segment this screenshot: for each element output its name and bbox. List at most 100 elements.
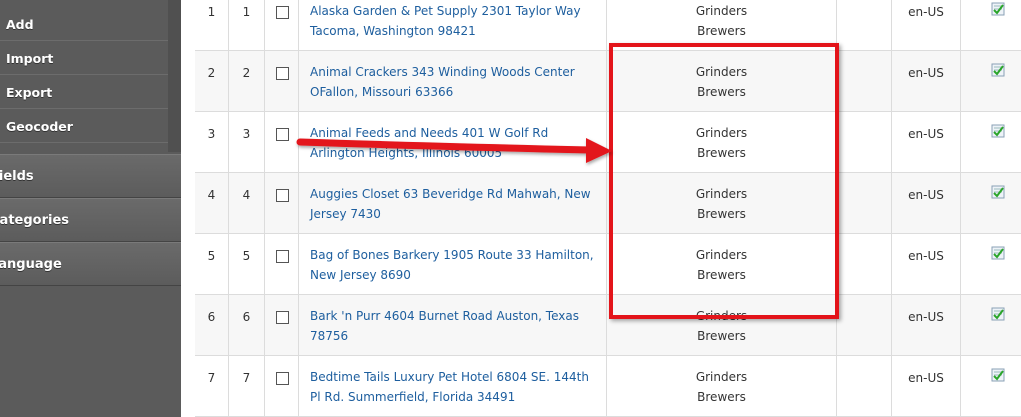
table-row: 2 2 Animal Crackers 343 Winding Woods Ce… <box>195 51 1021 112</box>
edit-icon[interactable] <box>991 246 1005 260</box>
category-label: Grinders <box>695 309 748 323</box>
sidebar-item-add[interactable]: Add <box>0 8 168 41</box>
row-checkbox-cell <box>265 51 299 111</box>
sidebar-item-label: Geocoder <box>6 119 73 134</box>
row-name-cell: Alaska Garden & Pet Supply 2301 Taylor W… <box>299 0 607 50</box>
edit-icon[interactable] <box>991 63 1005 77</box>
edit-icon[interactable] <box>991 124 1005 138</box>
row-name-cell: Animal Crackers 343 Winding Woods Center… <box>299 51 607 111</box>
row-language: en-US <box>892 112 961 172</box>
table-row: 5 5 Bag of Bones Barkery 1905 Route 33 H… <box>195 234 1021 295</box>
row-language: en-US <box>892 0 961 50</box>
row-checkbox[interactable] <box>276 6 289 19</box>
row-action-cell <box>961 295 1021 355</box>
category-label: Brewers <box>697 85 746 99</box>
category-label: Grinders <box>695 65 748 79</box>
row-order: 1 <box>229 0 265 50</box>
row-checkbox[interactable] <box>276 250 289 263</box>
category-label: Grinders <box>695 248 748 262</box>
location-name-link[interactable]: Bedtime Tails Luxury Pet Hotel 6804 SE. … <box>310 370 589 404</box>
row-checkbox[interactable] <box>276 67 289 80</box>
sidebar-submenu-gutter <box>168 0 181 152</box>
category-label: Grinders <box>695 4 748 18</box>
row-checkbox-cell <box>265 295 299 355</box>
location-name-link[interactable]: Bark 'n Purr 4604 Burnet Road Auston, Te… <box>310 309 579 343</box>
row-action-cell <box>961 173 1021 233</box>
row-order: 2 <box>229 51 265 111</box>
sidebar-item-categories[interactable]: Categories <box>0 198 181 242</box>
sidebar-item-label: Categories <box>0 213 70 228</box>
edit-icon[interactable] <box>991 307 1005 321</box>
table-row: 7 7 Bedtime Tails Luxury Pet Hotel 6804 … <box>195 356 1021 417</box>
row-categories: Grinders Brewers <box>607 112 837 172</box>
edit-icon[interactable] <box>991 2 1005 16</box>
row-action-cell <box>961 234 1021 294</box>
row-order: 5 <box>229 234 265 294</box>
category-label: Brewers <box>697 329 746 343</box>
location-name-link[interactable]: Bag of Bones Barkery 1905 Route 33 Hamil… <box>310 248 594 282</box>
sidebar-item-fields[interactable]: Fields <box>0 154 181 198</box>
row-id: 2 <box>195 51 229 111</box>
row-name-cell: Bag of Bones Barkery 1905 Route 33 Hamil… <box>299 234 607 294</box>
table-row: 1 1 Alaska Garden & Pet Supply 2301 Tayl… <box>195 0 1021 51</box>
sidebar-item-language[interactable]: Language <box>0 242 181 286</box>
row-checkbox[interactable] <box>276 128 289 141</box>
locations-table: 1 1 Alaska Garden & Pet Supply 2301 Tayl… <box>195 0 1021 417</box>
category-label: Grinders <box>695 370 748 384</box>
sidebar-item-geocoder[interactable]: Geocoder <box>0 110 168 143</box>
row-empty-cell <box>837 295 892 355</box>
row-categories: Grinders Brewers <box>607 0 837 50</box>
category-label: Brewers <box>697 390 746 404</box>
row-order: 6 <box>229 295 265 355</box>
table-row: 6 6 Bark 'n Purr 4604 Burnet Road Auston… <box>195 295 1021 356</box>
row-id: 5 <box>195 234 229 294</box>
row-action-cell <box>961 112 1021 172</box>
row-order: 7 <box>229 356 265 416</box>
row-name-cell: Animal Feeds and Needs 401 W Golf Rd Arl… <box>299 112 607 172</box>
row-id: 6 <box>195 295 229 355</box>
row-categories: Grinders Brewers <box>607 51 837 111</box>
row-empty-cell <box>837 0 892 50</box>
sidebar-item-label: Fields <box>0 169 34 184</box>
row-categories: Grinders Brewers <box>607 356 837 416</box>
row-checkbox-cell <box>265 173 299 233</box>
row-order: 3 <box>229 112 265 172</box>
row-empty-cell <box>837 234 892 294</box>
table-row: 3 3 Animal Feeds and Needs 401 W Golf Rd… <box>195 112 1021 173</box>
row-name-cell: Auggies Closet 63 Beveridge Rd Mahwah, N… <box>299 173 607 233</box>
table-row: 4 4 Auggies Closet 63 Beveridge Rd Mahwa… <box>195 173 1021 234</box>
row-action-cell <box>961 51 1021 111</box>
location-name-link[interactable]: Animal Crackers 343 Winding Woods Center… <box>310 65 575 99</box>
row-language: en-US <box>892 173 961 233</box>
row-categories: Grinders Brewers <box>607 173 837 233</box>
row-checkbox[interactable] <box>276 189 289 202</box>
sidebar-item-export[interactable]: Export <box>0 76 168 109</box>
row-categories: Grinders Brewers <box>607 295 837 355</box>
row-empty-cell <box>837 173 892 233</box>
row-checkbox-cell <box>265 356 299 416</box>
edit-icon[interactable] <box>991 368 1005 382</box>
row-language: en-US <box>892 234 961 294</box>
sidebar-item-import[interactable]: Import <box>0 42 168 75</box>
row-checkbox-cell <box>265 234 299 294</box>
row-checkbox[interactable] <box>276 311 289 324</box>
row-name-cell: Bedtime Tails Luxury Pet Hotel 6804 SE. … <box>299 356 607 416</box>
row-language: en-US <box>892 295 961 355</box>
sidebar: Add Import Export Geocoder Fields Catego… <box>0 0 181 417</box>
location-name-link[interactable]: Animal Feeds and Needs 401 W Golf Rd Arl… <box>310 126 548 160</box>
row-empty-cell <box>837 51 892 111</box>
sidebar-item-label: Language <box>0 257 62 272</box>
row-action-cell <box>961 356 1021 416</box>
row-order: 4 <box>229 173 265 233</box>
edit-icon[interactable] <box>991 185 1005 199</box>
row-categories: Grinders Brewers <box>607 234 837 294</box>
location-name-link[interactable]: Alaska Garden & Pet Supply 2301 Taylor W… <box>310 4 581 38</box>
sidebar-item-label: Add <box>6 17 34 32</box>
row-empty-cell <box>837 356 892 416</box>
sidebar-item-label: Export <box>6 85 53 100</box>
row-checkbox-cell <box>265 112 299 172</box>
location-name-link[interactable]: Auggies Closet 63 Beveridge Rd Mahwah, N… <box>310 187 591 221</box>
row-action-cell <box>961 0 1021 50</box>
row-checkbox[interactable] <box>276 372 289 385</box>
row-id: 7 <box>195 356 229 416</box>
